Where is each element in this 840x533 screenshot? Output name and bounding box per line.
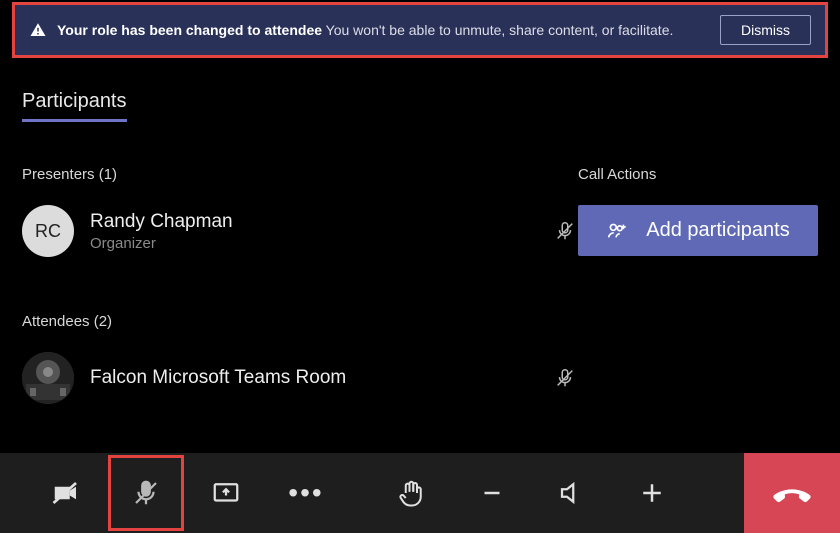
warning-icon — [29, 21, 47, 39]
banner-title: Your role has been changed to attendee — [57, 22, 322, 38]
share-screen-button[interactable] — [186, 453, 266, 533]
volume-button[interactable] — [532, 453, 612, 533]
mic-muted-icon — [554, 367, 576, 389]
hang-up-button[interactable] — [744, 453, 840, 533]
add-participants-button[interactable]: Add participants — [578, 205, 818, 256]
microphone-button[interactable] — [106, 453, 186, 533]
avatar: RC — [22, 205, 74, 257]
participant-role: Organizer — [90, 235, 233, 252]
avatar — [22, 352, 74, 404]
call-actions-label: Call Actions — [578, 166, 818, 183]
banner-message: Your role has been changed to attendee Y… — [57, 22, 710, 38]
participant-row: Falcon Microsoft Teams Room — [22, 352, 578, 404]
role-change-banner: Your role has been changed to attendee Y… — [12, 2, 828, 58]
ellipsis-icon: ••• — [288, 479, 323, 507]
more-options-button[interactable]: ••• — [266, 453, 346, 533]
participants-heading: Participants — [22, 90, 127, 122]
participants-panel: Participants Presenters (1) RC Randy Cha… — [0, 60, 840, 453]
add-participants-label: Add participants — [646, 219, 789, 242]
participant-row: RC Randy Chapman Organizer — [22, 205, 578, 257]
presenters-label: Presenters (1) — [22, 166, 578, 183]
minimize-button[interactable] — [452, 453, 532, 533]
add-people-icon — [606, 220, 628, 242]
participant-name: Falcon Microsoft Teams Room — [90, 367, 346, 389]
add-button[interactable] — [612, 453, 692, 533]
banner-detail: You won't be able to unmute, share conte… — [326, 22, 674, 38]
raise-hand-button[interactable] — [372, 453, 452, 533]
participant-name: Randy Chapman — [90, 211, 233, 233]
mic-muted-icon — [554, 220, 576, 242]
attendees-label: Attendees (2) — [22, 313, 578, 330]
dismiss-button[interactable]: Dismiss — [720, 15, 811, 45]
camera-button[interactable] — [26, 453, 106, 533]
meeting-control-bar: ••• — [0, 453, 840, 533]
